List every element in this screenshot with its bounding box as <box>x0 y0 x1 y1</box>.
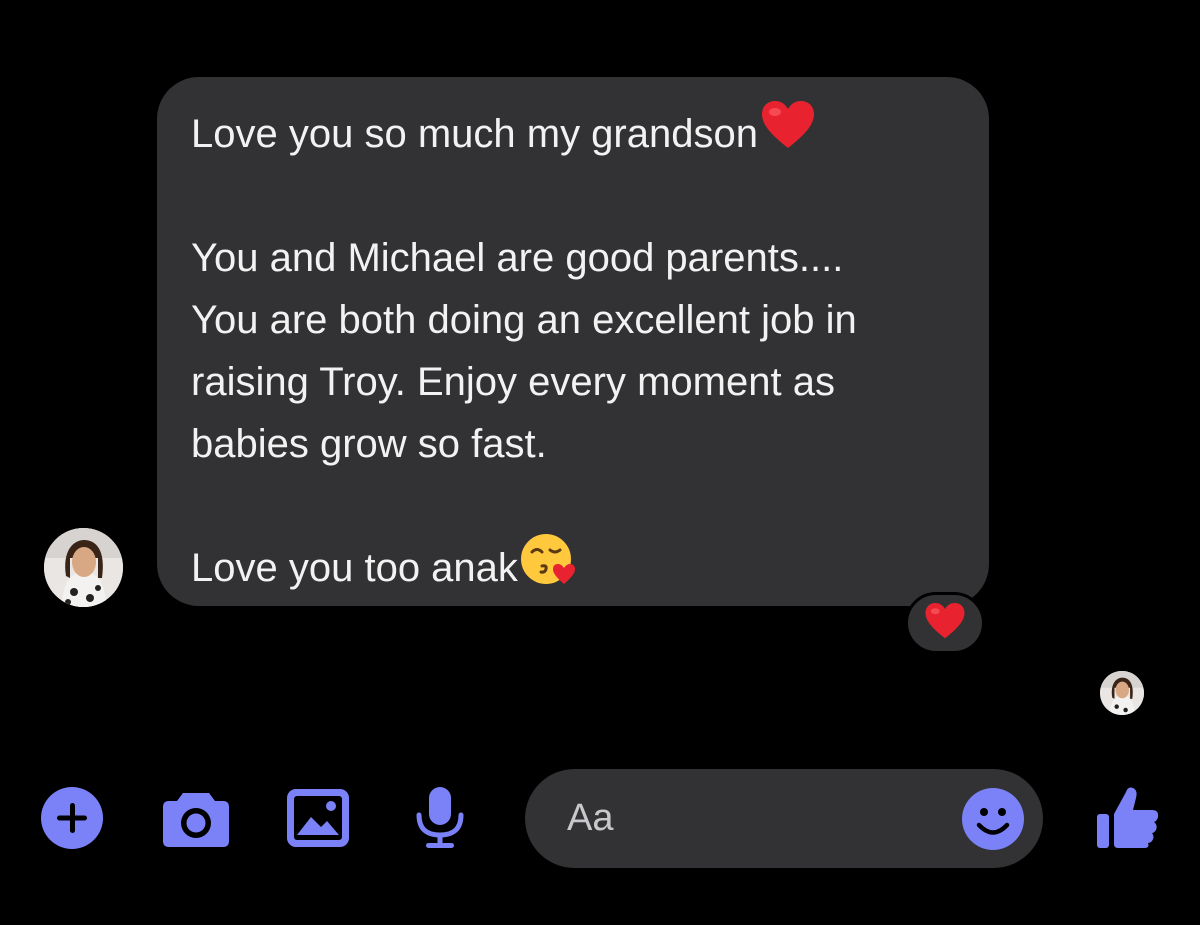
message-text: Love you too anak <box>191 546 518 590</box>
camera-icon <box>163 793 229 847</box>
reaction-badge[interactable] <box>905 592 985 654</box>
face-blowing-kiss-emoji <box>520 532 576 604</box>
image-icon <box>287 789 349 847</box>
like-button[interactable] <box>1096 784 1160 850</box>
emoji-button[interactable] <box>962 788 1024 850</box>
read-receipt-avatar <box>1100 671 1144 715</box>
message-line: Love you too anak <box>191 534 959 599</box>
message-line: Love you so much my grandson <box>191 100 959 168</box>
message-input[interactable] <box>567 769 947 868</box>
emoji-icon <box>962 788 1024 850</box>
microphone-icon <box>416 787 464 848</box>
voice-message-button[interactable] <box>414 785 466 851</box>
message-line: raising Troy. Enjoy every moment as <box>191 360 835 404</box>
red-heart-emoji <box>760 100 816 168</box>
message-input-container <box>525 769 1043 868</box>
camera-button[interactable] <box>161 789 231 849</box>
message-line: You are both doing an excellent job in <box>191 298 857 342</box>
thumbs-up-icon <box>1097 787 1159 848</box>
message-line: You and Michael are good parents.... <box>191 236 844 280</box>
message-line <box>191 475 959 537</box>
gallery-button[interactable] <box>287 789 349 847</box>
message-text: Love you so much my grandson <box>191 112 758 156</box>
sender-avatar[interactable] <box>44 528 123 607</box>
plus-icon <box>41 787 103 849</box>
red-heart-emoji <box>924 602 966 645</box>
message-line <box>191 165 959 227</box>
plus-button[interactable] <box>41 787 103 849</box>
message-line: babies grow so fast. <box>191 422 547 466</box>
message-bubble[interactable]: Love you so much my grandson You and Mic… <box>157 77 989 606</box>
